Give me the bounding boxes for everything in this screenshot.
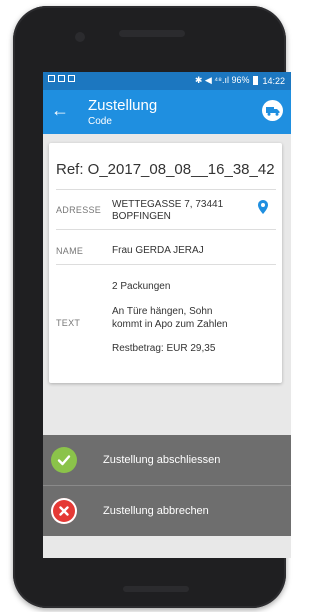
page-subtitle: Code	[88, 116, 112, 127]
divider	[56, 229, 276, 230]
address-line-1: WETTEGASSE 7, 73441	[112, 199, 224, 210]
cancel-delivery-button[interactable]: Zustellung abbrechen	[43, 486, 291, 536]
battery-icon	[253, 76, 259, 85]
cancel-delivery-label: Zustellung abbrechen	[103, 505, 209, 517]
notification-icon	[58, 75, 65, 82]
status-left-icons	[48, 75, 75, 82]
notification-icon	[68, 75, 75, 82]
name-label: NAME	[56, 246, 84, 256]
status-right: ✱ ◀ ⁴⁸.ıl 96% 14:22	[195, 75, 285, 86]
text-label: TEXT	[56, 318, 81, 328]
divider	[56, 264, 276, 265]
delivery-card: Ref: O_2017_08_08__16_38_42 ADRESSE WETT…	[49, 143, 282, 383]
back-arrow-icon[interactable]: ←	[51, 101, 69, 119]
packages-count: 2 Packungen	[112, 281, 171, 292]
address-label: ADRESSE	[56, 205, 102, 215]
cancel-x-icon	[51, 498, 77, 524]
location-pin-icon[interactable]	[258, 200, 268, 214]
phone-frame: ✱ ◀ ⁴⁸.ıl 96% 14:22 ← Zustellung Code Re…	[13, 6, 291, 608]
status-time: 14:22	[262, 75, 285, 86]
front-camera	[75, 32, 85, 42]
address-line-2: BOPFINGEN	[112, 211, 171, 222]
rest-amount: Restbetrag: EUR 29,35	[112, 343, 216, 354]
reference-number: Ref: O_2017_08_08__16_38_42	[56, 161, 275, 178]
status-signal-text: ✱ ◀ ⁴⁸.ıl 96%	[194, 75, 250, 85]
screen: ✱ ◀ ⁴⁸.ıl 96% 14:22 ← Zustellung Code Re…	[43, 72, 291, 558]
home-bar	[123, 586, 189, 592]
text-line-2: kommt in Apo zum Zahlen	[112, 319, 228, 330]
complete-delivery-label: Zustellung abschliessen	[103, 454, 221, 466]
notification-icon	[48, 75, 55, 82]
text-line-1: An Türe hängen, Sohn	[112, 306, 213, 317]
status-bar: ✱ ◀ ⁴⁸.ıl 96% 14:22	[43, 72, 291, 90]
name-value: Frau GERDA JERAJ	[112, 245, 204, 256]
page-title: Zustellung	[88, 97, 158, 114]
complete-delivery-button[interactable]: Zustellung abschliessen	[43, 435, 291, 485]
checkmark-icon	[51, 447, 77, 473]
speaker-grille	[119, 30, 185, 37]
truck-button[interactable]	[262, 100, 283, 121]
action-list: Zustellung abschliessen Zustellung abbre…	[43, 435, 291, 536]
app-bar: ← Zustellung Code	[43, 90, 291, 134]
divider	[56, 189, 276, 190]
truck-icon	[265, 106, 279, 116]
